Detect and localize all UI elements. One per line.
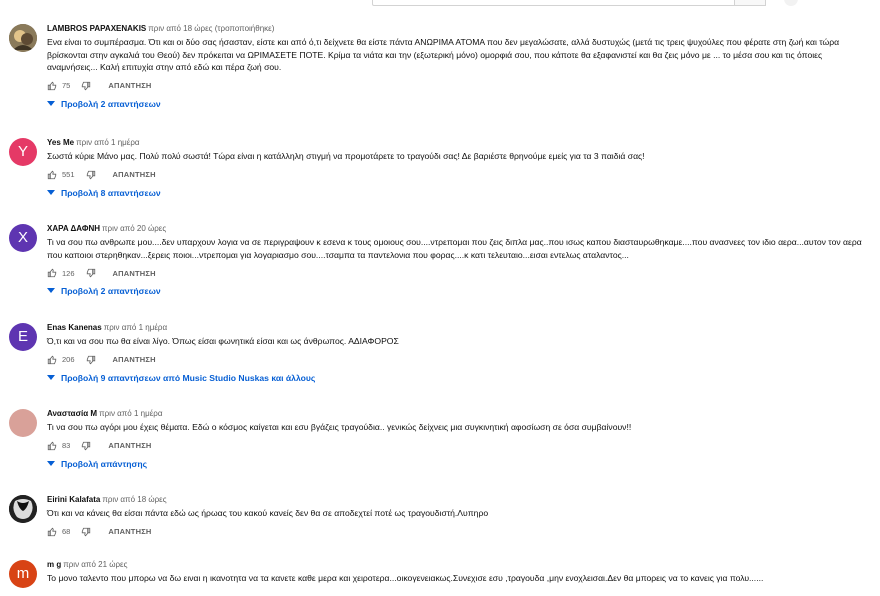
avatar[interactable]: Y (9, 138, 37, 166)
avatar-letter: m (16, 565, 30, 582)
view-replies-button[interactable]: Προβολή απάντησης (47, 459, 872, 469)
like-button[interactable] (47, 81, 57, 91)
top-bar (0, 0, 880, 10)
thumbs-down-icon (82, 527, 91, 536)
comment-time[interactable]: πριν από 1 ημέρα (76, 138, 139, 147)
caret-down-icon (47, 374, 55, 381)
comment-actions: 206 ΑΠΑΝΤΗΣΗ (47, 354, 872, 366)
reply-button[interactable]: ΑΠΑΝΤΗΣΗ (108, 81, 151, 90)
comment-author[interactable]: Αναστασία Μ (47, 409, 97, 418)
dislike-button[interactable] (81, 81, 91, 91)
view-replies-label: Προβολή απάντησης (61, 458, 148, 469)
view-replies-label: Προβολή 2 απαντήσεων (61, 98, 161, 109)
view-replies-label: Προβολή 9 απαντήσεων από Music Studio Nu… (61, 372, 316, 383)
thumbs-up-icon (47, 81, 57, 90)
comment-time[interactable]: πριν από 1 ημέρα (104, 323, 167, 332)
avatar[interactable] (9, 495, 37, 523)
like-button[interactable] (47, 441, 57, 451)
reply-button[interactable]: ΑΠΑΝΤΗΣΗ (108, 441, 151, 450)
like-count: 83 (62, 441, 71, 450)
avatar-photo-icon (9, 24, 37, 52)
comment-author[interactable]: m g (47, 560, 61, 569)
comment-author[interactable]: Enas Kanenas (47, 323, 102, 332)
avatar[interactable]: X (9, 224, 37, 252)
comment-actions: 75 ΑΠΑΝΤΗΣΗ (47, 80, 872, 92)
caret-down-icon (47, 460, 55, 467)
comment-actions: 126 ΑΠΑΝΤΗΣΗ (47, 267, 872, 279)
comment-time[interactable]: πριν από 18 ώρες (τροποποιήθηκε) (148, 24, 274, 33)
like-button[interactable] (47, 355, 57, 365)
view-replies-label: Προβολή 8 απαντήσεων (61, 187, 161, 198)
like-count: 75 (62, 81, 71, 90)
reply-button[interactable]: ΑΠΑΝΤΗΣΗ (113, 170, 156, 179)
avatar-letter: Y (17, 143, 28, 160)
comment-time[interactable]: πριν από 20 ώρες (102, 224, 166, 233)
like-button[interactable] (47, 170, 57, 180)
avatar[interactable]: m (9, 560, 37, 588)
comment-author[interactable]: Yes Me (47, 138, 74, 147)
comment-author[interactable]: Eirini Kalafata (47, 495, 100, 504)
comment-text: Το μονο ταλεντο που μπορω να δω ειναι η … (47, 573, 764, 583)
thumbs-down-icon (86, 355, 95, 364)
reply-button[interactable]: ΑΠΑΝΤΗΣΗ (113, 269, 156, 278)
mic-button[interactable] (784, 0, 798, 6)
reply-button[interactable]: ΑΠΑΝΤΗΣΗ (108, 527, 151, 536)
avatar-letter: X (17, 229, 28, 246)
comment-actions: 551 ΑΠΑΝΤΗΣΗ (47, 169, 872, 181)
caret-down-icon (47, 288, 55, 294)
like-button[interactable] (47, 268, 57, 278)
dislike-button[interactable] (86, 355, 96, 365)
thumbs-down-icon (82, 441, 91, 450)
comment-text: Ό,τι και να σου πω θα είναι λίγο. Όπως ε… (47, 336, 399, 346)
comment-time[interactable]: πριν από 1 ημέρα (99, 409, 162, 418)
dislike-button[interactable] (81, 527, 91, 537)
caret-down-icon (47, 189, 55, 196)
dislike-button[interactable] (81, 441, 91, 451)
thumbs-down-icon (86, 268, 95, 278)
comment-actions: 68 ΑΠΑΝΤΗΣΗ (47, 526, 872, 538)
like-count: 126 (62, 268, 75, 278)
thumbs-up-icon (47, 355, 57, 364)
avatar-letter: E (17, 328, 28, 345)
comment-actions: 83 ΑΠΑΝΤΗΣΗ (47, 440, 872, 452)
thumbs-up-icon (47, 268, 57, 278)
caret-down-icon (47, 100, 55, 107)
like-count: 206 (62, 355, 75, 364)
view-replies-label: Προβολή 2 απαντήσεων (61, 286, 161, 296)
comment-text: Σωστά κύριε Μάνο μας. Πολύ πολύ σωστά! Τ… (47, 151, 645, 161)
reply-button[interactable]: ΑΠΑΝΤΗΣΗ (113, 355, 156, 364)
view-replies-button[interactable]: Προβολή 8 απαντήσεων (47, 188, 872, 198)
comment-author[interactable]: LAMBROS PAPAXENAKIS (47, 24, 146, 33)
dislike-button[interactable] (86, 268, 96, 278)
view-replies-button[interactable]: Προβολή 2 απαντήσεων (47, 99, 872, 109)
avatar[interactable]: E (9, 323, 37, 351)
thumbs-up-icon (47, 527, 57, 536)
thumbs-down-icon (82, 81, 91, 90)
comment-author[interactable]: ΧΑΡΑ ΔΑΦΝΗ (47, 224, 100, 233)
comment-time[interactable]: πριν από 18 ώρες (102, 495, 166, 504)
comment-text: Ότι και να κάνεις θα είσαι πάντα εδώ ως … (47, 508, 489, 518)
thumbs-down-icon (86, 170, 95, 179)
comment-text: Τι να σου πω ανθρωπε μου....δεν υπαρχουν… (47, 237, 862, 260)
view-replies-button[interactable]: Προβολή 9 απαντήσεων από Music Studio Nu… (47, 373, 872, 383)
like-count: 68 (62, 527, 71, 536)
comment-text: Τι να σου πω αγόρι μου έχεις θέματα. Εδώ… (47, 422, 632, 432)
like-button[interactable] (47, 527, 57, 537)
avatar-photo-icon (9, 495, 37, 523)
avatar[interactable] (9, 24, 37, 52)
search-input[interactable] (372, 0, 736, 6)
like-count: 551 (62, 170, 75, 179)
comment-time[interactable]: πριν από 21 ώρες (63, 560, 127, 569)
dislike-button[interactable] (86, 170, 96, 180)
view-replies-button[interactable]: Προβολή 2 απαντήσεων (47, 286, 872, 296)
thumbs-up-icon (47, 441, 57, 450)
avatar[interactable] (9, 409, 37, 437)
comment-text: Ενα είναι το συμπέρασμα. Ότι και οι δύο … (47, 37, 840, 72)
search-button[interactable] (734, 0, 766, 6)
thumbs-up-icon (47, 170, 57, 179)
